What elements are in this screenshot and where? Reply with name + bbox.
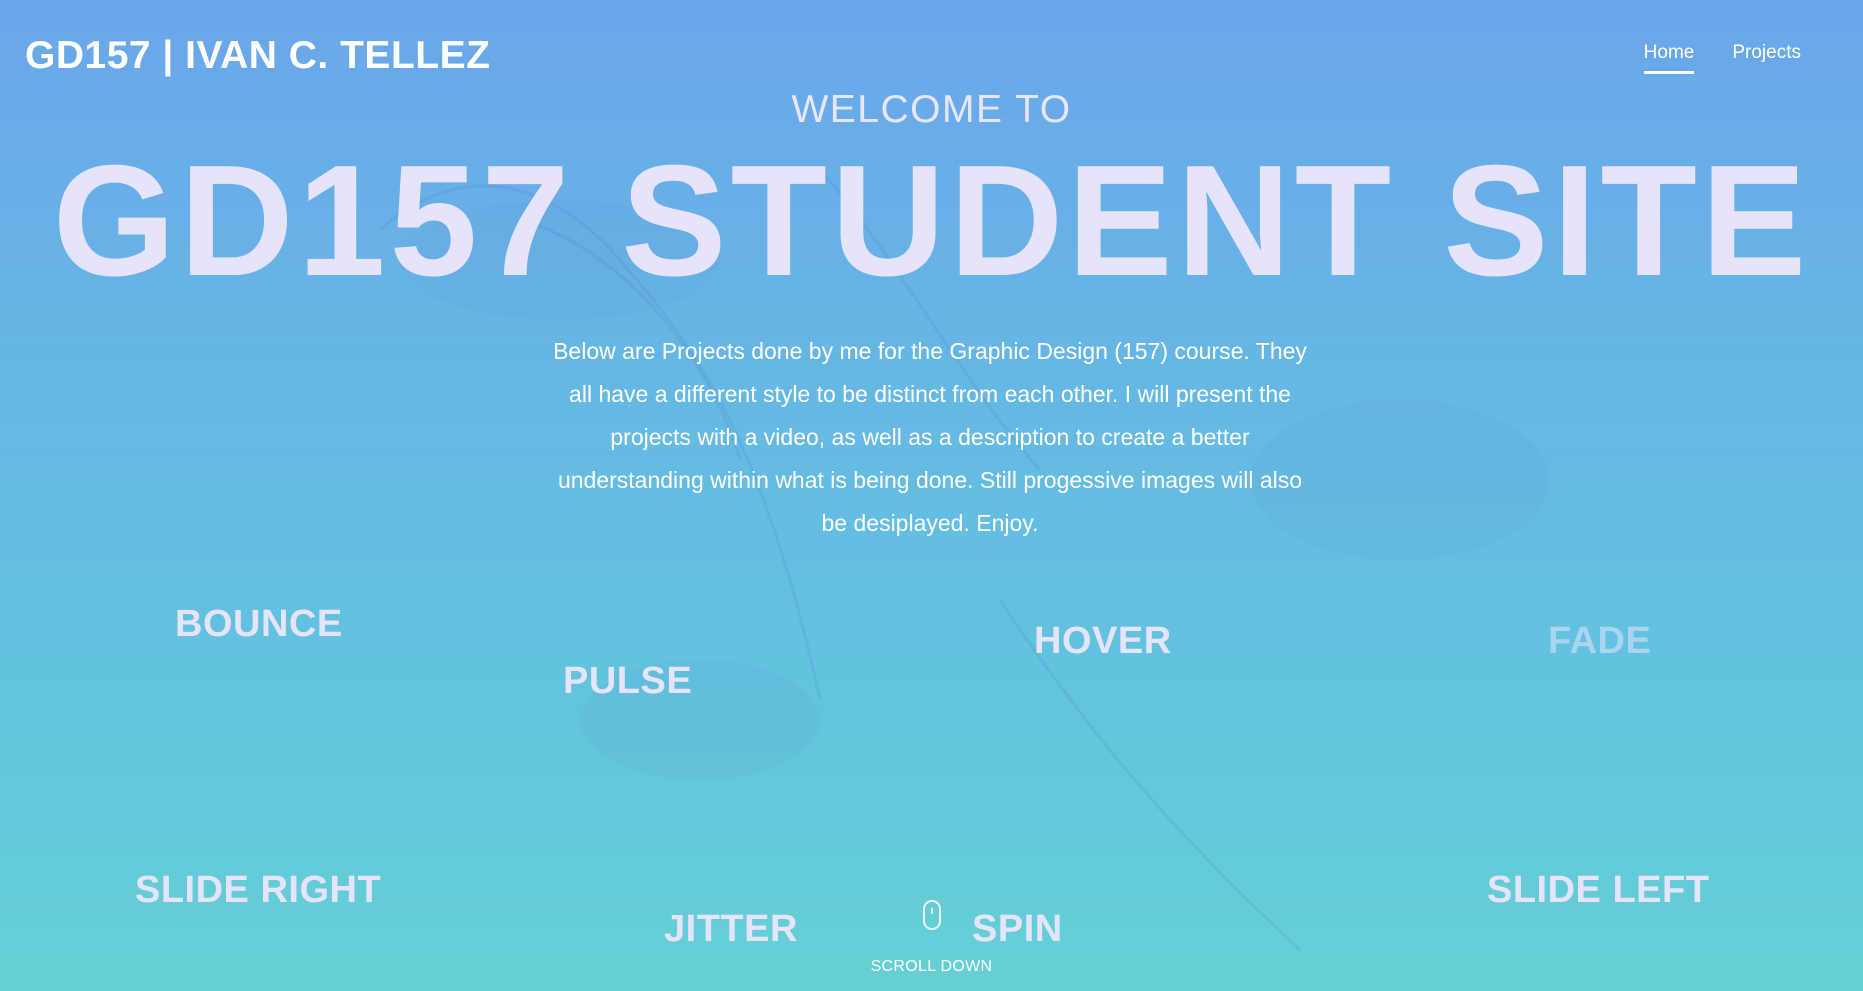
intro-paragraph: Below are Projects done by me for the Gr… — [553, 338, 1307, 536]
anim-fade[interactable]: FADE — [1548, 620, 1651, 663]
nav-link-projects[interactable]: Projects — [1732, 42, 1801, 74]
welcome-heading: WELCOME TO — [791, 88, 1072, 131]
anim-bounce[interactable]: BOUNCE — [175, 603, 343, 646]
anim-hover[interactable]: HOVER — [1034, 620, 1172, 663]
hero-title: GD157 STUDENT SITE — [52, 133, 1811, 309]
nav-links: Home Projects — [1643, 42, 1801, 74]
mouse-icon — [922, 900, 941, 930]
scroll-down-label: SCROLL DOWN — [870, 958, 993, 975]
anim-pulse[interactable]: PULSE — [563, 660, 692, 703]
scroll-down-indicator[interactable]: SCROLL DOWN — [0, 900, 1863, 976]
site-brand[interactable]: GD157 | IVAN C. TELLEZ — [25, 34, 490, 78]
nav-link-home[interactable]: Home — [1643, 42, 1694, 74]
